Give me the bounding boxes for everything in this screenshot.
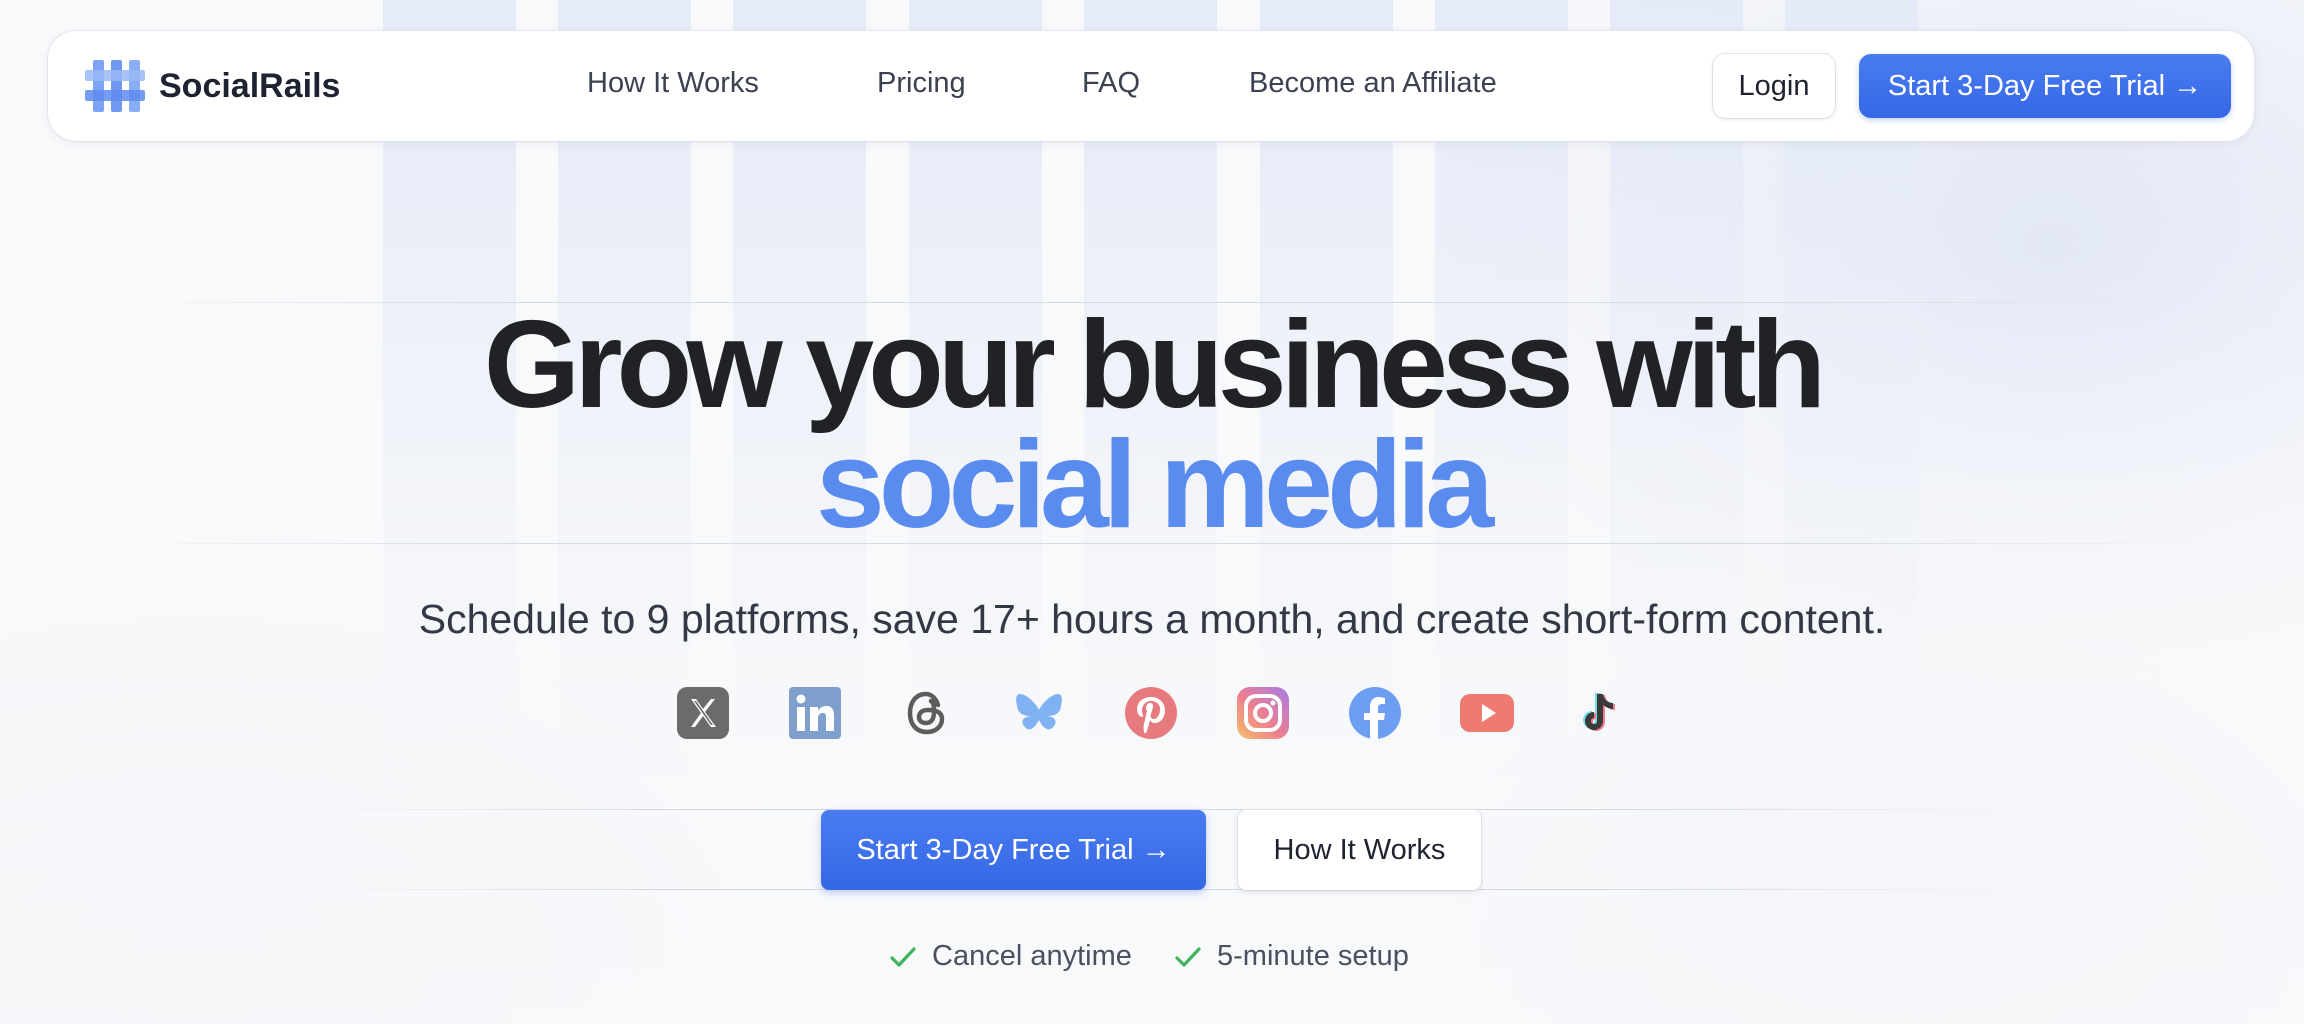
instagram-icon [1236, 686, 1290, 740]
landing-page: SocialRails How It Works Pricing FAQ Bec… [0, 0, 2304, 1024]
x-icon [676, 686, 730, 740]
threads-icon [900, 686, 954, 740]
hero-start-trial-button[interactable]: Start 3-Day Free Trial → [821, 810, 1206, 890]
nav-link-affiliate[interactable]: Become an Affiliate [1249, 67, 1497, 100]
nav-link-how-it-works[interactable]: How It Works [587, 67, 759, 100]
linkedin-icon [788, 686, 842, 740]
background-fade [0, 140, 2304, 1024]
hero-benefits: Cancel anytime 5-minute setup [0, 940, 2304, 980]
benefit-label: 5-minute setup [1217, 940, 1409, 972]
login-button[interactable]: Login [1713, 54, 1835, 118]
facebook-icon [1348, 686, 1402, 740]
nav-link-pricing[interactable]: Pricing [877, 67, 966, 100]
start-trial-button[interactable]: Start 3-Day Free Trial → [1859, 54, 2231, 118]
youtube-icon [1460, 686, 1514, 740]
hero-subtitle: Schedule to 9 platforms, save 17+ hours … [418, 596, 1886, 642]
top-navbar: SocialRails How It Works Pricing FAQ Bec… [48, 31, 2254, 141]
benefit-label: Cancel anytime [932, 940, 1132, 972]
check-icon [890, 946, 916, 967]
hero-title-line1: Grow your business with [483, 296, 1826, 434]
hero-how-it-works-button[interactable]: How It Works [1238, 810, 1481, 890]
benefit-setup-time: 5-minute setup [1173, 940, 1409, 973]
nav-link-faq[interactable]: FAQ [1082, 67, 1140, 100]
tiktok-icon [1572, 686, 1626, 740]
check-icon [1175, 946, 1201, 967]
benefit-cancel-anytime: Cancel anytime [888, 940, 1132, 973]
bluesky-icon [1012, 686, 1066, 740]
hero-title-highlight: social media [815, 416, 1494, 554]
pinterest-icon [1124, 686, 1178, 740]
